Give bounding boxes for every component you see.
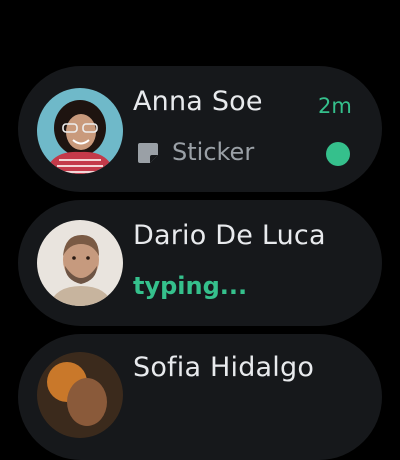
avatar-sofia-image — [37, 352, 123, 438]
avatar-dario-image — [37, 220, 123, 306]
contact-name: Anna Soe — [133, 86, 263, 117]
avatar-anna-image — [37, 88, 123, 174]
message-preview: Sticker — [172, 138, 255, 166]
message-time: 2m — [318, 94, 352, 118]
sticker-icon — [138, 143, 158, 163]
contact-name: Dario De Luca — [133, 220, 326, 251]
chat-item-anna-soe[interactable]: Anna Soe 2m Sticker — [18, 66, 382, 192]
contact-name: Sofia Hidalgo — [133, 352, 315, 383]
avatar — [37, 88, 123, 174]
chat-item-sofia-hidalgo[interactable]: Sofia Hidalgo — [18, 334, 382, 460]
avatar — [37, 220, 123, 306]
typing-status: typing... — [133, 272, 248, 300]
unread-indicator — [326, 142, 350, 166]
chat-item-dario-de-luca[interactable]: Dario De Luca typing... — [18, 200, 382, 326]
avatar — [37, 352, 123, 438]
